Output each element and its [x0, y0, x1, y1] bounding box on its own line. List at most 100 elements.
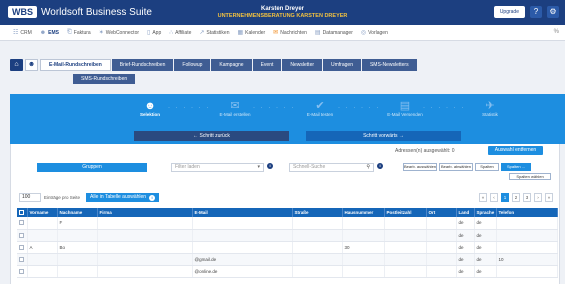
tab-e-mail-rundschreiben[interactable]: E-Mail-Rundschreiben [40, 59, 111, 71]
row-checkbox-cell[interactable] [17, 217, 28, 230]
table-cell: 10 [496, 253, 558, 266]
table-cell [496, 241, 558, 254]
table-cell [384, 217, 427, 230]
nav-item-datamanager[interactable]: ▤ Datamanager [312, 29, 356, 37]
columns-button[interactable]: Spalten ... [501, 163, 531, 171]
row-checkbox[interactable] [19, 220, 24, 226]
page-button[interactable]: 2 [512, 193, 520, 202]
nav-item-webconnector[interactable]: ✶ WebConnector [96, 29, 142, 37]
table-row[interactable]: A Bo 30 de de [17, 241, 558, 254]
wizard-step-5[interactable]: ✈ Statistik [460, 100, 520, 117]
select-all-table-button[interactable]: Alle in Tabelle auswählen i [86, 193, 160, 202]
table-row[interactable]: @gmail.de de de 10 [17, 253, 558, 266]
calendar-icon: ▦ [237, 30, 244, 36]
step-next-button[interactable]: Schritt vorwärts → [306, 131, 461, 141]
column-header[interactable]: Firma [97, 208, 193, 217]
nav-item-kalender[interactable]: ▦ Kalender [234, 29, 268, 37]
nav-item-nachrichten[interactable]: ✉ Nachrichten [270, 29, 310, 37]
nav-item-ems[interactable]: ☻ EMS [37, 30, 62, 36]
deselect-edit-button[interactable]: Bearb. abwählen [439, 163, 473, 171]
nav-item-statistiken[interactable]: ↗ Statistiken [196, 29, 232, 37]
nav-item-label: Affiliate [175, 29, 192, 36]
row-checkbox-cell[interactable] [17, 265, 28, 278]
tab-brief-rundschreiben[interactable]: Brief-Rundschreiben [111, 59, 174, 71]
table-cell [426, 253, 457, 266]
data-manager-icon: ▤ [314, 30, 321, 36]
page-button[interactable]: ‹ [490, 193, 498, 202]
per-page-select[interactable]: 100 [19, 193, 41, 202]
percent-icon[interactable]: % [554, 29, 559, 35]
table-cell [57, 229, 98, 242]
remove-selection-button[interactable]: Auswahl entfernen [488, 146, 543, 155]
info-icon[interactable]: i [267, 163, 273, 169]
step-connector: · · · · · · [168, 105, 211, 111]
table-cell [27, 265, 58, 278]
search-input[interactable]: Schnell-Suche ⚲ [289, 163, 374, 172]
contacts-icon[interactable]: ☻ [25, 59, 38, 71]
tab-kampagne[interactable]: Kampagne [211, 59, 252, 71]
row-checkbox[interactable] [19, 256, 24, 262]
page-button[interactable]: « [479, 193, 487, 202]
page-button[interactable]: › [534, 193, 542, 202]
nav-item-app[interactable]: ▯ App [144, 29, 164, 37]
table-cell [342, 217, 385, 230]
tab-newsletter[interactable]: Newsletter [282, 59, 323, 71]
row-checkbox[interactable] [19, 244, 24, 250]
select-edit-button[interactable]: Bearb. auswählen [403, 163, 437, 171]
help-icon[interactable]: ? [530, 6, 542, 18]
table-cell [426, 217, 457, 230]
filter-select[interactable]: Filter laden ▾ [171, 163, 264, 172]
column-header[interactable]: Straße [292, 208, 343, 217]
column-header[interactable]: Postleitzahl [384, 208, 427, 217]
tab-umfragen[interactable]: Umfragen [323, 59, 361, 71]
table-row[interactable]: @online.de de de [17, 265, 558, 278]
row-checkbox-cell[interactable] [17, 241, 28, 254]
column-header[interactable]: Vorname [27, 208, 58, 217]
nav-item-faktura[interactable]: ⎗ Faktura [64, 29, 94, 36]
statistics-icon: ✈ [485, 100, 495, 112]
info-icon[interactable]: i [377, 163, 383, 169]
table-cell [292, 241, 343, 254]
step-connector: · · · · · · [338, 105, 381, 111]
page-button[interactable]: 3 [523, 193, 531, 202]
column-header[interactable]: Sprache [474, 208, 497, 217]
row-checkbox-cell[interactable] [17, 229, 28, 242]
page-button[interactable]: 1 [501, 193, 509, 202]
table-cell: de [474, 253, 497, 266]
sort-button[interactable]: Spalten [475, 163, 499, 171]
tab-followup[interactable]: Followup [174, 59, 211, 71]
settings-icon[interactable]: ⚙ [547, 6, 559, 18]
table-row[interactable]: Fde de [17, 217, 558, 230]
column-header[interactable]: E-Mail [192, 208, 293, 217]
row-checkbox[interactable] [19, 268, 24, 274]
step-back-button[interactable]: ← Schritt zurück [134, 131, 289, 141]
tab-event[interactable]: Event [252, 59, 282, 71]
nav-item-affiliate[interactable]: ∴ Affiliate [166, 29, 194, 37]
column-header[interactable]: Ort [426, 208, 457, 217]
top-bar: WBS Worldsoft Business Suite Karsten Dre… [0, 0, 565, 25]
select-all-checkbox-cell[interactable] [17, 208, 28, 217]
row-checkbox-cell[interactable] [17, 253, 28, 266]
nav-item-label: WebConnector [105, 29, 140, 36]
groups-button[interactable]: Gruppen [37, 163, 147, 172]
user-block: Karsten Dreyer UNTERNEHMENSBERATUNG KARS… [0, 6, 565, 20]
table-cell [426, 229, 457, 242]
nav-item-crm[interactable]: ☷ CRM [10, 29, 35, 37]
tab-sms-rundschreiben[interactable]: SMS-Rundschreiben [73, 74, 136, 84]
page-button[interactable]: » [545, 193, 553, 202]
column-header[interactable]: Land [456, 208, 475, 217]
columns-setup-button[interactable]: Spalten wählen [509, 173, 551, 180]
tab-sms-newsletters[interactable]: SMS-Newsletters [361, 59, 417, 71]
column-header[interactable]: Telefon [496, 208, 558, 217]
app-navigation: ☷ CRM ☻ EMS ⎗ Faktura ✶ WebConnector ▯ App ∴ Affili… [0, 25, 565, 41]
select-all-checkbox[interactable] [19, 210, 24, 216]
wizard-step-label: E-Mail Versenden [387, 112, 423, 117]
nav-item-vorlagen[interactable]: ◎ Vorlagen [358, 29, 391, 37]
column-header[interactable]: Hausnummer [342, 208, 385, 217]
table-cell: de [474, 229, 497, 242]
table-row[interactable]: de de [17, 229, 558, 242]
upgrade-button[interactable]: Upgrade [493, 6, 525, 18]
home-icon[interactable]: ⌂ [10, 59, 23, 71]
row-checkbox[interactable] [19, 232, 24, 238]
column-header[interactable]: Nachname [57, 208, 98, 217]
